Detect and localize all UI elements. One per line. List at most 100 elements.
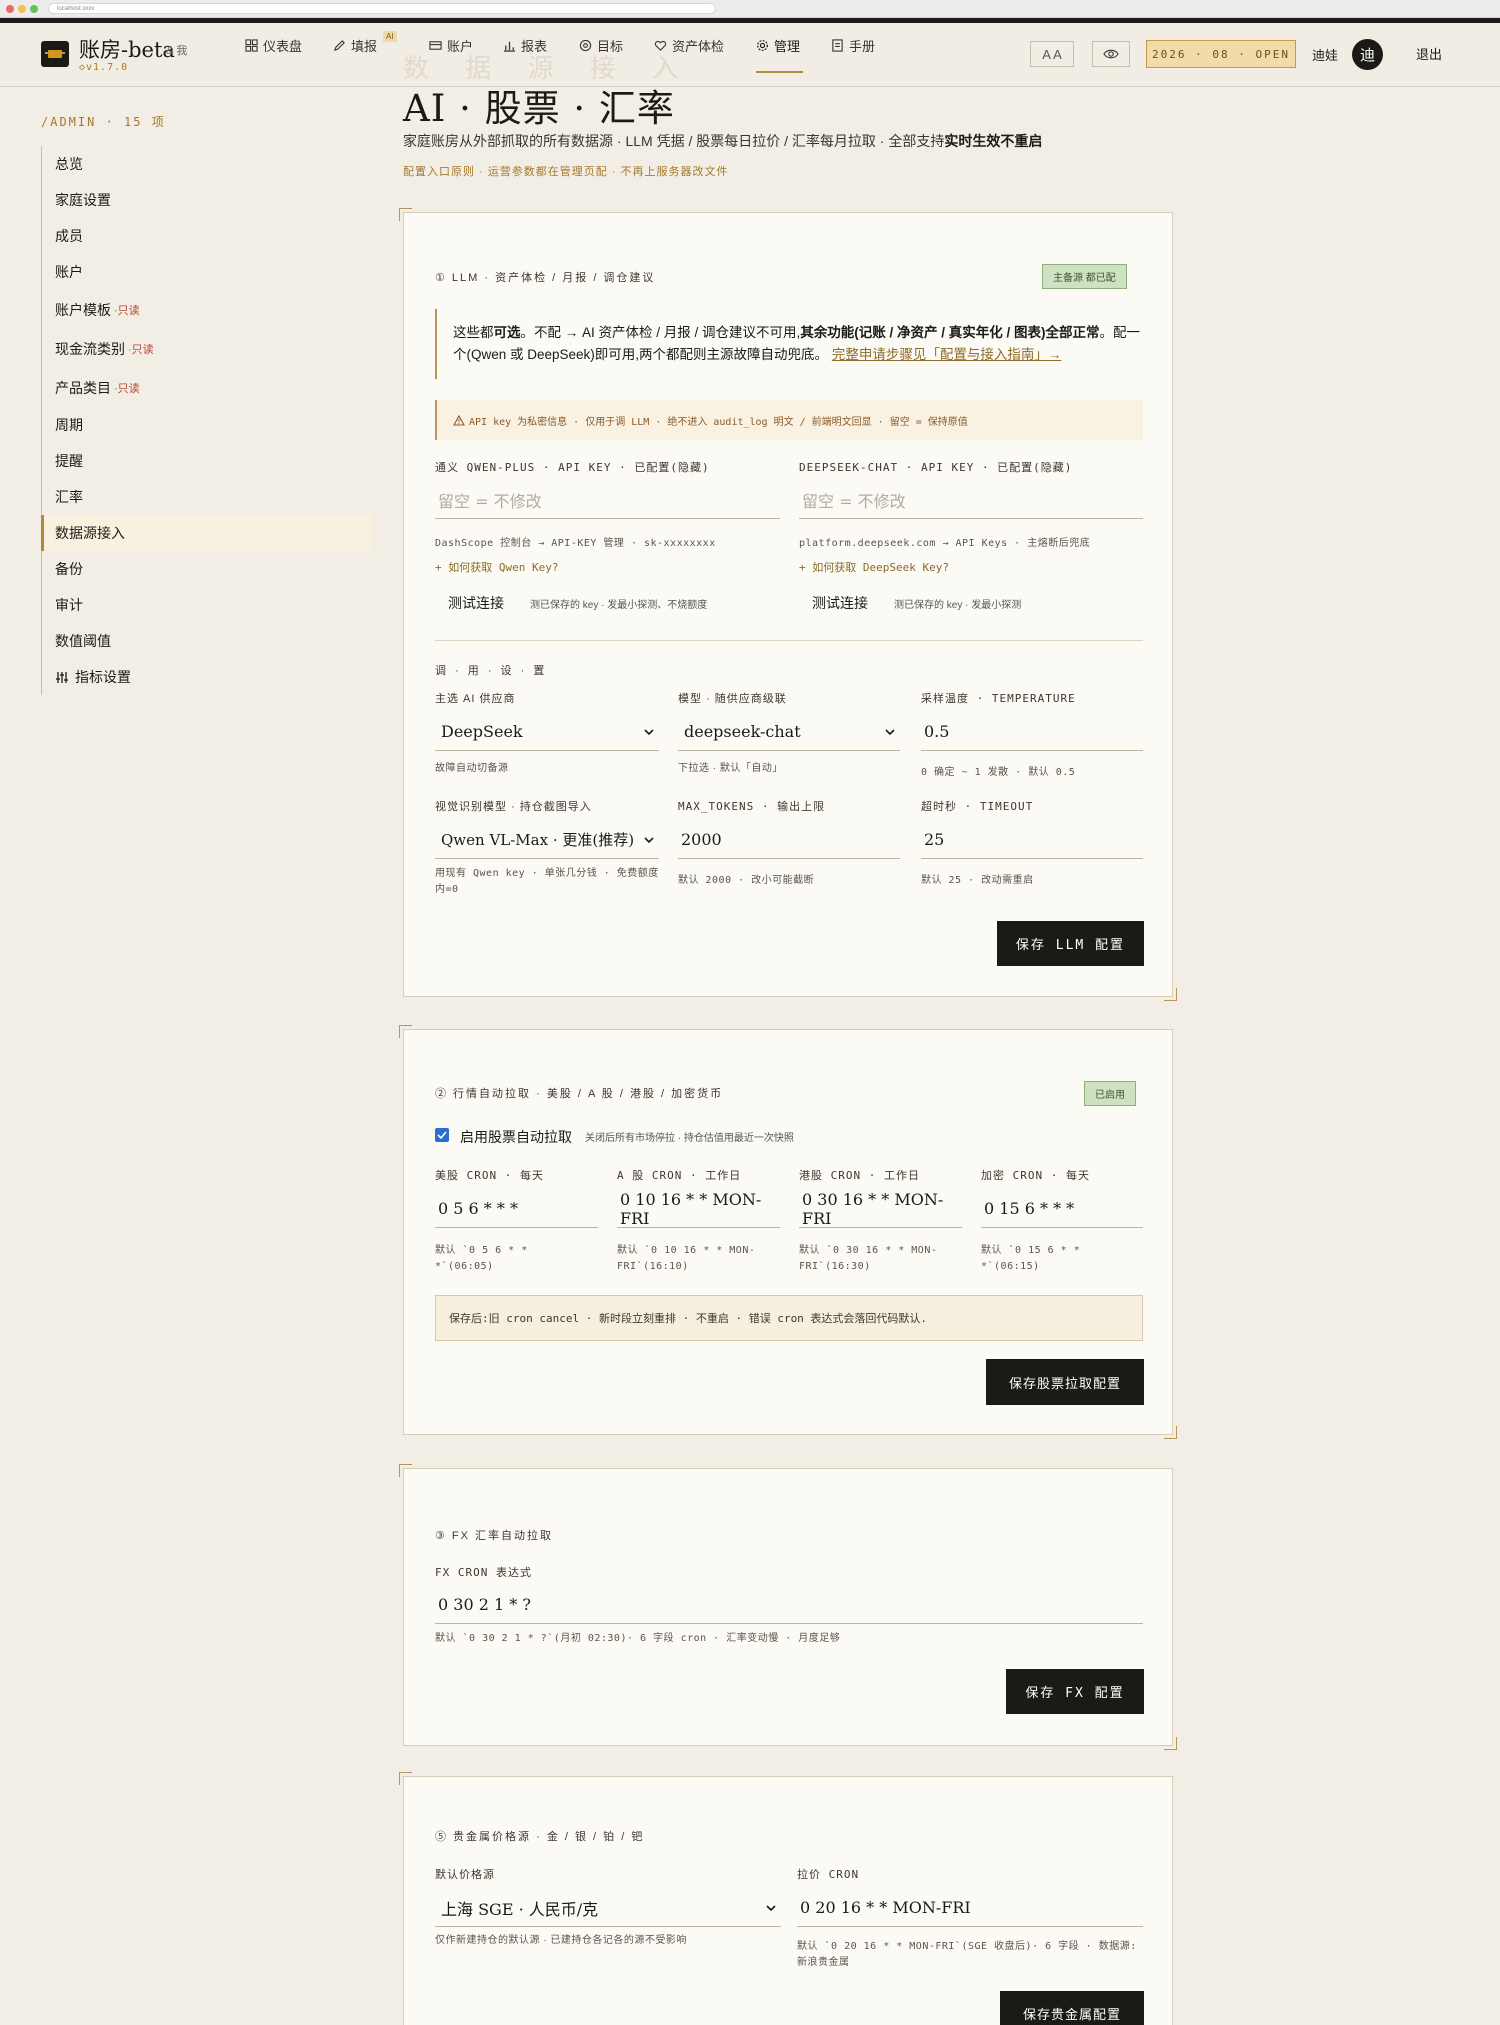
sidebar-item-members[interactable]: 成员	[42, 218, 371, 254]
enable-stock-label[interactable]: 启用股票自动拉取	[460, 1127, 572, 1147]
sidebar-item-label: 成员	[55, 228, 83, 244]
temperature-input[interactable]: 0.5	[921, 713, 1143, 751]
nav-dashboard[interactable]: 仪表盘	[245, 34, 302, 56]
guide-link[interactable]: 完整申请步骤见「配置与接入指南」→	[832, 347, 1062, 362]
hk-cron-input[interactable]: 0 30 16 * * MON-FRI	[799, 1190, 962, 1228]
save-fx-button[interactable]: 保存 FX 配置	[1006, 1669, 1144, 1714]
logout-link[interactable]: 退出	[1416, 44, 1442, 63]
metal-source-select[interactable]: 上海 SGE · 人民币/克	[435, 1889, 781, 1927]
save-stock-button[interactable]: 保存股票拉取配置	[986, 1359, 1144, 1405]
sidebar-item-label: 账户	[55, 264, 83, 280]
qwen-key-label: 通义 QWEN-PLUS · API KEY · 已配置(隐藏)	[435, 461, 710, 474]
metal-source-selected: 上海 SGE · 人民币/克	[441, 1899, 599, 1919]
book-icon	[832, 38, 843, 52]
model-select[interactable]: deepseek-chat	[678, 713, 900, 751]
sidebar-item-periods[interactable]: 周期	[42, 407, 371, 443]
close-dot-icon[interactable]	[6, 5, 14, 13]
sidebar-item-backup[interactable]: 备份	[42, 551, 371, 587]
us-cron-hint: 默认 `0 5 6 * * *`(06:05)	[435, 1245, 528, 1272]
a-share-cron-input[interactable]: 0 10 16 * * MON-FRI	[617, 1190, 780, 1228]
nav-active-indicator	[756, 71, 803, 73]
sidebar-item-overview[interactable]: 总览	[42, 146, 371, 182]
sidebar-item-thresholds[interactable]: 数值阈值	[42, 623, 371, 659]
page-description-emphasis: 实时生效不重启	[944, 133, 1043, 149]
sidebar-item-data-sources[interactable]: 数据源接入	[41, 515, 371, 551]
crypto-cron-input[interactable]: 0 15 6 * * *	[981, 1190, 1143, 1228]
temperature-hint: 0 确定 ~ 1 发散 · 默认 0.5	[921, 767, 1076, 778]
sidebar-item-label: 审计	[55, 597, 83, 613]
app-title: 账房-beta	[79, 38, 175, 62]
url-bar[interactable]: localhost:xxxx	[48, 3, 716, 14]
timeout-input[interactable]: 25	[921, 821, 1143, 859]
info-emphasis: 可选	[493, 325, 521, 340]
sidebar-item-label: 周期	[55, 417, 83, 433]
section-title: ⑤ 贵金属价格源 · 金 / 银 / 铂 / 钯	[435, 1831, 645, 1843]
corner-mark	[1164, 1737, 1177, 1750]
readonly-tag: ·只读	[114, 382, 140, 395]
qwen-test-button[interactable]: 测试连接	[448, 593, 504, 613]
sidebar-item-audit[interactable]: 审计	[42, 587, 371, 623]
qwen-key-help-link[interactable]: + 如何获取 Qwen Key?	[435, 559, 558, 575]
nav-admin[interactable]: 管理	[756, 34, 800, 56]
save-metal-button[interactable]: 保存贵金属配置	[1000, 1991, 1144, 2025]
hk-cron-label: 港股 CRON · 工作日	[799, 1169, 920, 1182]
timeout-hint: 默认 25 · 改动需重启	[921, 875, 1034, 886]
sidebar-item-accounts[interactable]: 账户	[42, 254, 371, 290]
vision-model-label: 视觉识别模型 · 持仓截图导入	[435, 801, 592, 813]
gear-icon	[757, 39, 768, 51]
corner-mark	[399, 1464, 412, 1477]
sidebar-item-label: 指标设置	[75, 669, 131, 685]
page-title: AI · 股票 · 汇率	[403, 87, 675, 130]
chevron-down-icon	[644, 836, 654, 843]
avatar[interactable]: 迪	[1352, 39, 1383, 70]
sidebar-item-metrics[interactable]: 指标设置	[42, 659, 371, 695]
us-cron-input[interactable]: 0 5 6 * * *	[435, 1190, 598, 1228]
corner-mark	[1164, 1426, 1177, 1439]
sidebar-item-label: 总览	[55, 156, 83, 172]
sidebar-item-family-settings[interactable]: 家庭设置	[42, 182, 371, 218]
chevron-down-icon	[644, 728, 654, 735]
provider-label: 主选 AI 供应商	[435, 693, 516, 705]
sidebar-item-label: 提醒	[55, 453, 83, 469]
sidebar-item-fx[interactable]: 汇率	[42, 479, 371, 515]
sidebar-item-account-templates[interactable]: 账户模板 ·只读	[42, 290, 371, 329]
metal-card: ⑤ 贵金属价格源 · 金 / 银 / 铂 / 钯 默认价格源 上海 SGE · …	[399, 1772, 1173, 2025]
metal-cron-input[interactable]: 0 20 16 * * MON-FRI	[797, 1889, 1143, 1927]
user-name: 迪娃	[1312, 48, 1339, 63]
divider	[435, 640, 1143, 641]
hk-cron-hint: 默认 `0 30 16 * * MON-FRI`(16:30)	[799, 1245, 938, 1272]
sidebar-item-label: 汇率	[55, 489, 83, 505]
max-tokens-input[interactable]: 2000	[678, 821, 900, 859]
vision-model-selected: Qwen VL-Max · 更准(推荐)	[441, 831, 635, 849]
save-llm-button[interactable]: 保存 LLM 配置	[997, 921, 1144, 966]
deepseek-key-input[interactable]: 留空 = 不修改	[799, 481, 1143, 519]
deepseek-test-button[interactable]: 测试连接	[812, 593, 868, 613]
vision-model-select[interactable]: Qwen VL-Max · 更准(推荐)	[435, 821, 659, 859]
period-badge[interactable]: 2026 · 08 · OPEN	[1146, 40, 1296, 68]
temperature-label: 采样温度 · TEMPERATURE	[921, 692, 1076, 705]
qwen-key-input[interactable]: 留空 = 不修改	[435, 481, 780, 519]
max-tokens-label: MAX_TOKENS · 输出上限	[678, 800, 826, 813]
app-logo-icon[interactable]	[41, 41, 69, 67]
font-size-toggle[interactable]: A A	[1030, 41, 1074, 67]
nav-label: 填报	[351, 38, 378, 54]
enable-stock-checkbox[interactable]	[435, 1128, 449, 1142]
sidebar-item-label: 备份	[55, 561, 83, 577]
corner-mark	[399, 1025, 412, 1038]
fx-cron-input[interactable]: 0 30 2 1 * ?	[435, 1586, 1143, 1624]
nav-entry[interactable]: 填报	[333, 34, 377, 56]
sidebar-item-cashflow-categories[interactable]: 现金流类别 ·只读	[42, 329, 371, 368]
nav-manual[interactable]: 手册	[831, 34, 875, 56]
minimize-dot-icon[interactable]	[18, 5, 26, 13]
pencil-icon	[333, 39, 345, 51]
info-callout: 这些都可选。不配 → AI 资产体检 / 月报 / 调仓建议不可用,其余功能(记…	[435, 309, 1143, 379]
maximize-dot-icon[interactable]	[30, 5, 38, 13]
qwen-key-hint: DashScope 控制台 → API-KEY 管理 · sk-xxxxxxxx	[435, 538, 716, 549]
sidebar-item-product-categories[interactable]: 产品类目 ·只读	[42, 368, 371, 407]
provider-select[interactable]: DeepSeek	[435, 713, 659, 751]
deepseek-key-help-link[interactable]: + 如何获取 DeepSeek Key?	[799, 559, 949, 575]
corner-mark	[1164, 988, 1177, 1001]
privacy-toggle[interactable]	[1092, 41, 1130, 67]
sidebar-item-reminders[interactable]: 提醒	[42, 443, 371, 479]
deepseek-key-label: DEEPSEEK-CHAT · API KEY · 已配置(隐藏)	[799, 461, 1073, 474]
